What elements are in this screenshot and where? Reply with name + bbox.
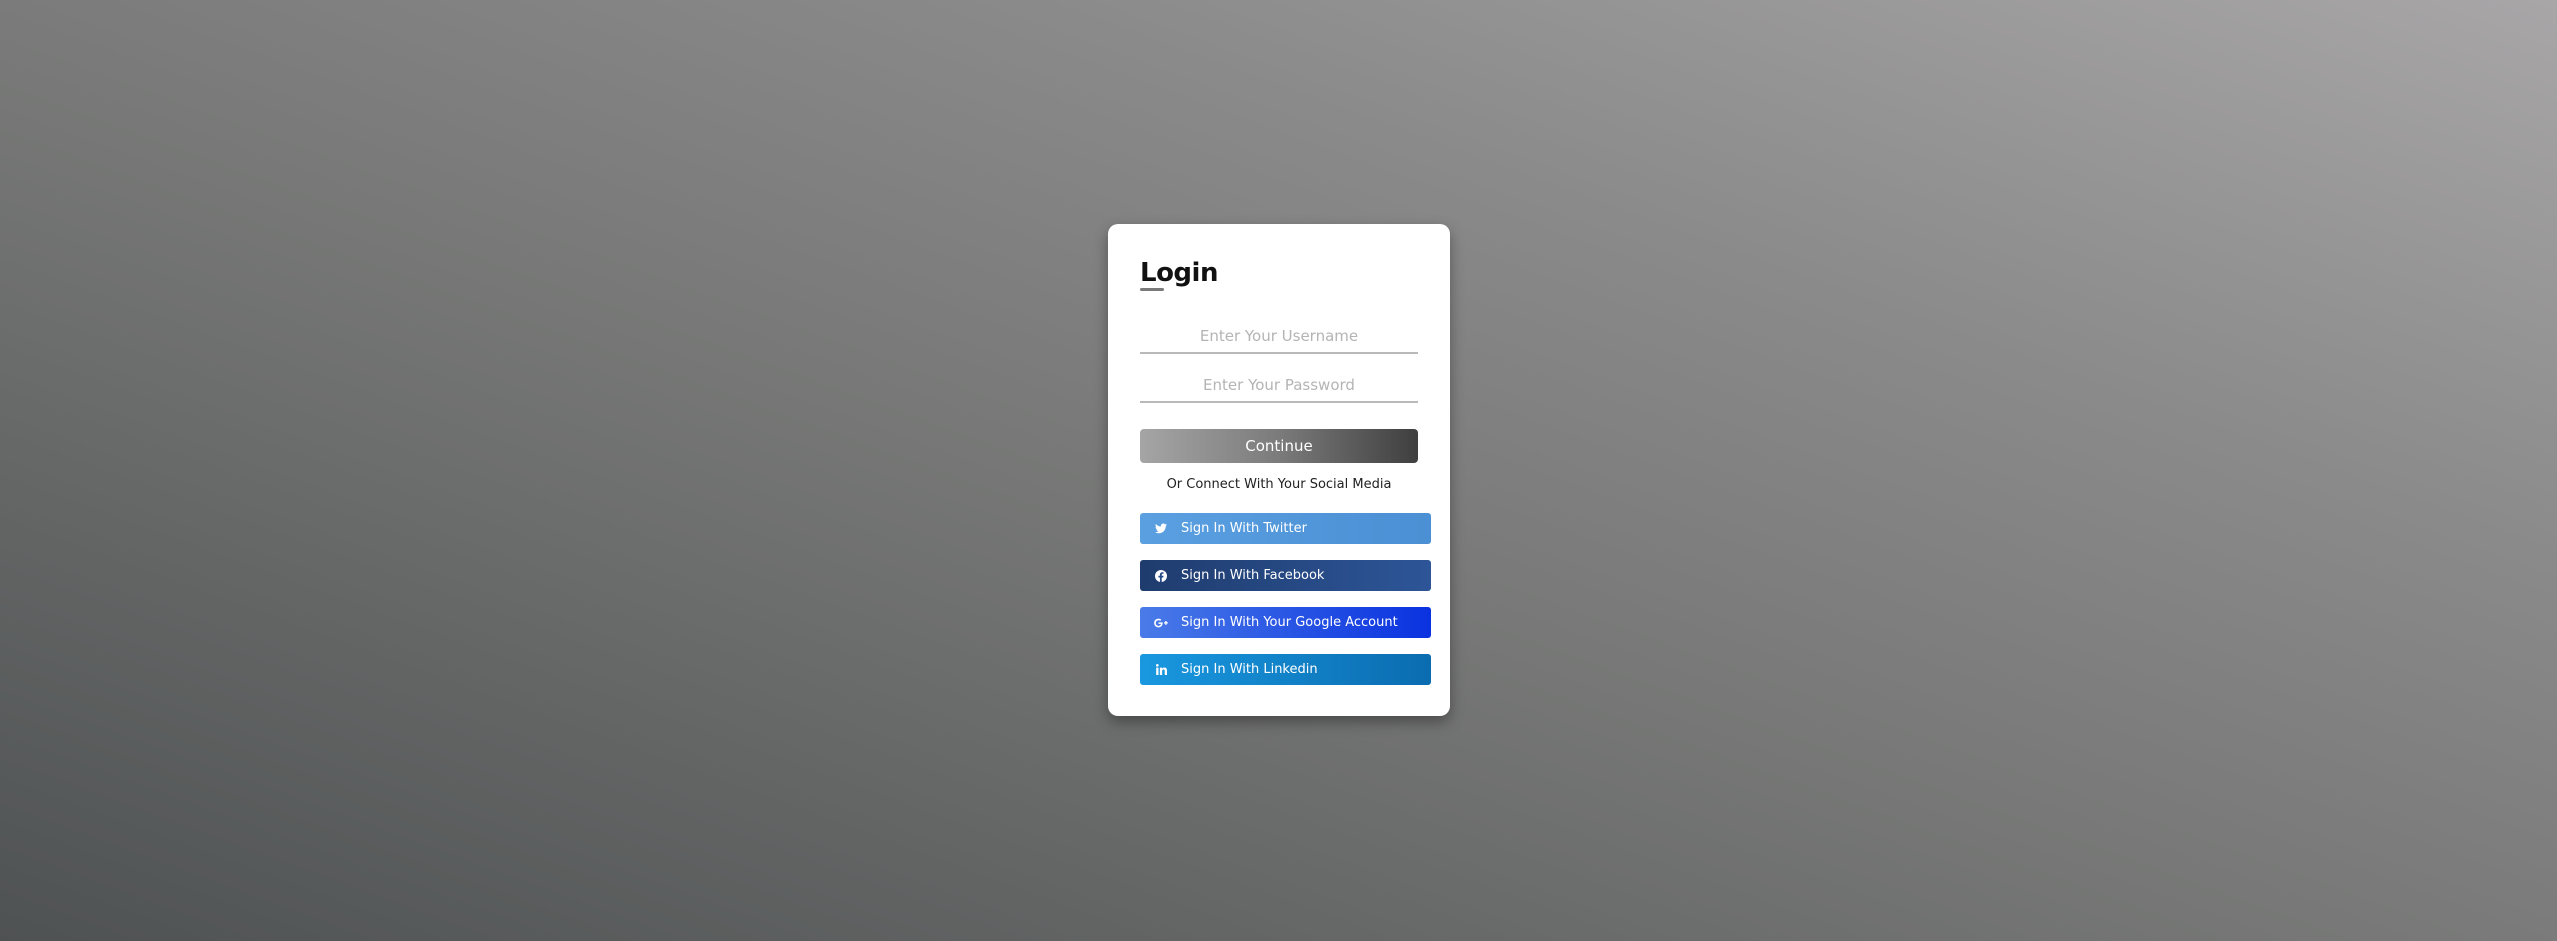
linkedin-icon [1154, 663, 1168, 677]
google-signin-label: Sign In With Your Google Account [1181, 615, 1398, 630]
username-input[interactable] [1140, 320, 1418, 354]
twitter-signin-button[interactable]: Sign In With Twitter [1140, 513, 1431, 544]
linkedin-signin-label: Sign In With Linkedin [1181, 662, 1318, 677]
login-title: Login [1140, 258, 1218, 288]
twitter-signin-label: Sign In With Twitter [1181, 521, 1307, 536]
google-plus-icon [1154, 616, 1168, 630]
linkedin-signin-button[interactable]: Sign In With Linkedin [1140, 654, 1431, 685]
facebook-signin-label: Sign In With Facebook [1181, 568, 1325, 583]
login-card: Login Continue Or Connect With Your Soci… [1108, 224, 1450, 716]
title-underline [1140, 288, 1164, 291]
facebook-signin-button[interactable]: Sign In With Facebook [1140, 560, 1431, 591]
password-input[interactable] [1140, 369, 1418, 403]
google-signin-button[interactable]: Sign In With Your Google Account [1140, 607, 1431, 638]
twitter-icon [1154, 522, 1168, 536]
continue-button[interactable]: Continue [1140, 429, 1418, 463]
facebook-icon [1154, 569, 1168, 583]
social-heading: Or Connect With Your Social Media [1166, 477, 1392, 492]
